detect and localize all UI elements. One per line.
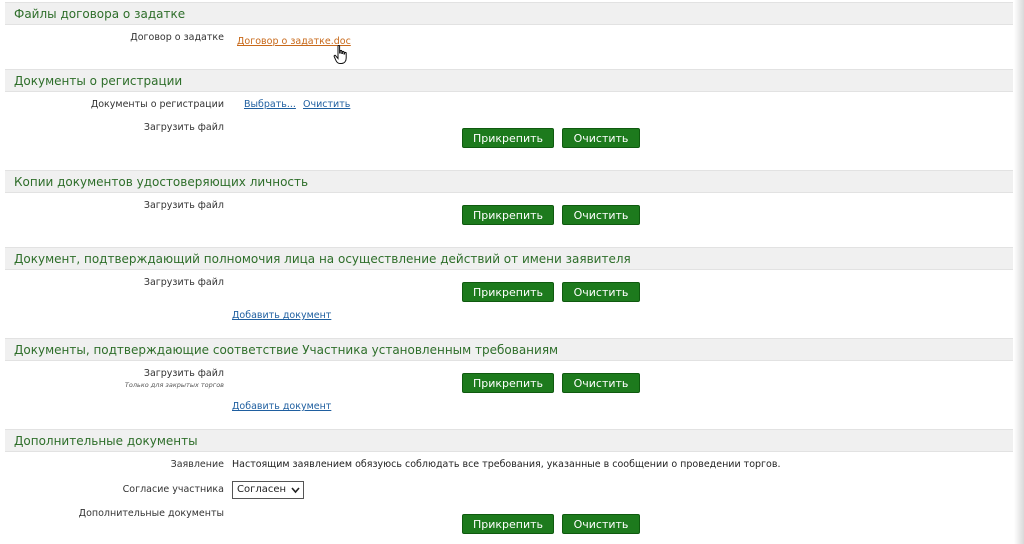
closed-tenders-note: Только для закрытых торгов (124, 381, 224, 389)
hand-cursor-icon (333, 45, 347, 64)
page: Файлы договора о задатке Договор о задат… (0, 0, 1024, 544)
clear-button[interactable]: Очистить (562, 128, 640, 148)
section-title: Дополнительные документы (14, 434, 198, 448)
section-header-deposit-files: Файлы договора о задатке (5, 2, 1013, 25)
consent-label: Согласие участника (122, 484, 224, 495)
upload-file-label: Загрузить файл (143, 368, 224, 379)
additional-docs-label: Дополнительные документы (78, 508, 224, 519)
clear-link[interactable]: Очистить (303, 99, 350, 110)
consent-select-value: Согласен (237, 484, 287, 495)
section-header-additional-docs: Дополнительные документы (5, 429, 1013, 452)
deposit-agreement-label: Договор о задатке (130, 32, 224, 43)
select-link[interactable]: Выбрать... (244, 99, 296, 110)
attach-button[interactable]: Прикрепить (462, 128, 554, 148)
section-title: Документы, подтверждающие соответствие У… (14, 343, 559, 357)
section-title: Файлы договора о задатке (14, 7, 186, 21)
registration-docs-label: Документы о регистрации (90, 99, 224, 110)
section-header-authority-docs: Документ, подтверждающий полномочия лица… (5, 247, 1013, 270)
clear-button[interactable]: Очистить (562, 373, 640, 393)
section-header-identity-docs: Копии документов удостоверяющих личность (5, 170, 1013, 193)
attach-button[interactable]: Прикрепить (462, 373, 554, 393)
consent-select[interactable]: Согласен (232, 481, 304, 499)
add-document-link[interactable]: Добавить документ (232, 310, 331, 321)
attach-button[interactable]: Прикрепить (462, 514, 554, 534)
upload-file-label: Загрузить файл (143, 277, 224, 288)
add-document-link[interactable]: Добавить документ (232, 401, 331, 412)
clear-button[interactable]: Очистить (562, 282, 640, 302)
section-header-compliance-docs: Документы, подтверждающие соответствие У… (5, 338, 1013, 361)
statement-label: Заявление (170, 459, 224, 470)
section-title: Документ, подтверждающий полномочия лица… (14, 252, 631, 266)
chevron-down-icon (291, 487, 300, 494)
section-title: Документы о регистрации (14, 74, 183, 88)
attach-button[interactable]: Прикрепить (462, 205, 554, 225)
clear-button[interactable]: Очистить (562, 205, 640, 225)
upload-file-label: Загрузить файл (143, 122, 224, 133)
attach-button[interactable]: Прикрепить (462, 282, 554, 302)
window-edge-shadow (1014, 0, 1024, 544)
statement-text: Настоящим заявлением обязуюсь соблюдать … (232, 459, 781, 470)
upload-file-label: Загрузить файл (143, 200, 224, 211)
section-title: Копии документов удостоверяющих личность (14, 175, 309, 189)
section-header-registration-docs: Документы о регистрации (5, 69, 1013, 92)
clear-button[interactable]: Очистить (562, 514, 640, 534)
